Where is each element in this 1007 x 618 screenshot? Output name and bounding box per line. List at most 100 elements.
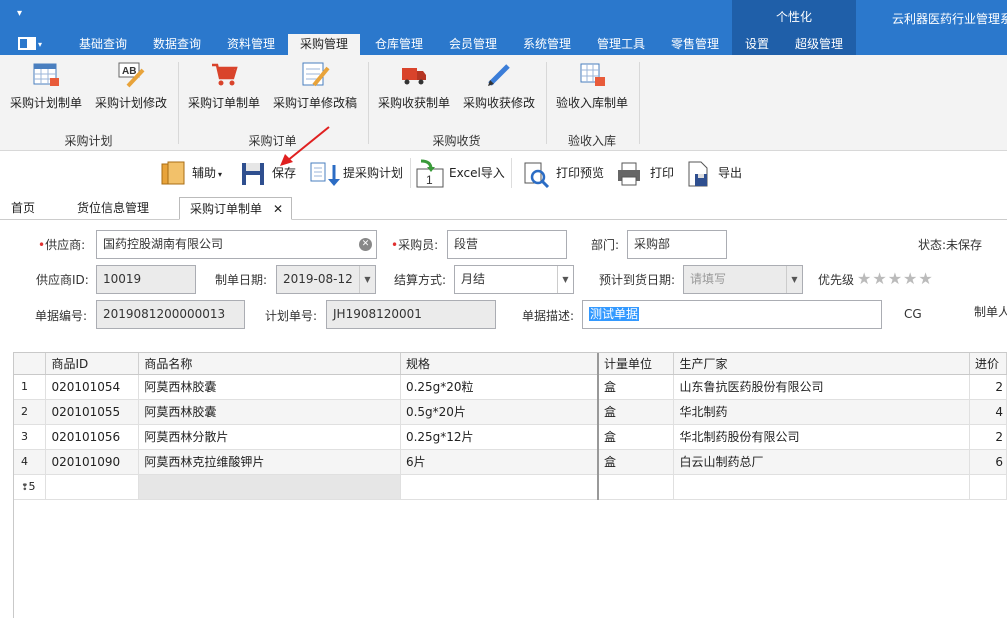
purchase-receipt-create-button[interactable]: 采购收获制单: [377, 58, 451, 118]
arrival-date-field[interactable]: 请填写 ▼: [683, 265, 803, 294]
dept-label: 部门:: [591, 238, 620, 252]
cell-price[interactable]: 2: [969, 374, 1007, 400]
priority-stars-rating[interactable]: ★★★★★: [857, 269, 934, 288]
cell-spec[interactable]: 0.5g*20片: [400, 399, 600, 425]
column-header-unit[interactable]: 计量单位: [598, 353, 675, 375]
cell-product-id[interactable]: [45, 474, 140, 500]
settlement-label: 结算方式:: [394, 273, 447, 287]
app-menu-caret-icon[interactable]: ▾: [38, 40, 42, 49]
personalize-label[interactable]: 个性化: [732, 8, 856, 25]
cell-unit[interactable]: [598, 474, 675, 500]
dept-field[interactable]: 采购部: [627, 230, 727, 259]
purchase-order-create-label: 采购订单制单: [187, 96, 260, 110]
ribbon-group-inspection: 验收入库: [567, 134, 616, 148]
menu-tab-retail[interactable]: 零售管理: [665, 34, 725, 55]
cell-price[interactable]: 4: [969, 399, 1007, 425]
purchase-order-create-button[interactable]: 采购订单制单: [187, 58, 261, 118]
column-header-spec[interactable]: 规格: [400, 353, 600, 375]
menu-tab-data-management[interactable]: 资料管理: [221, 34, 281, 55]
supplier-field[interactable]: 国药控股湖南有限公司 ✕: [96, 230, 377, 259]
cell-product-id[interactable]: 020101056: [45, 424, 140, 450]
tab-purchase-order-create[interactable]: 采购订单制单 ✕: [179, 197, 292, 220]
purchase-order-edit-label: 采购订单修改稿: [272, 96, 357, 110]
assist-button[interactable]: 辅助 ▾: [160, 156, 222, 190]
order-lines-grid: 商品ID 商品名称 规格 计量单位 生产厂家 进价 1 020101054 阿莫…: [13, 352, 1007, 618]
cell-manufacturer[interactable]: 白云山制药总厂: [673, 449, 970, 475]
cell-unit[interactable]: 盒: [598, 374, 675, 400]
buyer-field[interactable]: 段营: [447, 230, 567, 259]
cell-manufacturer[interactable]: 华北制药: [673, 399, 970, 425]
cell-product-name[interactable]: 阿莫西林分散片: [138, 424, 401, 450]
row-indicator-header: [14, 353, 47, 375]
cell-product-id[interactable]: 020101090: [45, 449, 140, 475]
cell-unit[interactable]: 盒: [598, 399, 675, 425]
cell-product-name[interactable]: 阿莫西林胶囊: [138, 374, 401, 400]
column-header-price[interactable]: 进价: [969, 353, 1007, 375]
column-header-product-name[interactable]: 商品名称: [138, 353, 401, 375]
menu-tab-purchase-management[interactable]: 采购管理: [288, 34, 360, 55]
row-number: 3: [14, 424, 47, 450]
settlement-select[interactable]: 月结 ▼: [454, 265, 574, 294]
menu-tab-warehouse[interactable]: 仓库管理: [369, 34, 429, 55]
purchase-receipt-edit-button[interactable]: 采购收获修改: [462, 58, 536, 118]
tab-location-management[interactable]: 货位信息管理: [77, 197, 149, 220]
dropdown-arrow-icon[interactable]: ▼: [557, 266, 573, 293]
column-header-manufacturer[interactable]: 生产厂家: [673, 353, 970, 375]
doc-number-label: 单据编号:: [35, 309, 88, 323]
dropdown-arrow-icon[interactable]: ▼: [359, 266, 375, 293]
cell-manufacturer[interactable]: 华北制药股份有限公司: [673, 424, 970, 450]
cell-price[interactable]: 6: [969, 449, 1007, 475]
purchase-plan-edit-button[interactable]: AB 采购计划修改: [94, 58, 168, 118]
table-row[interactable]: 3 020101056 阿莫西林分散片 0.25g*12片 盒 华北制药股份有限…: [14, 424, 1007, 450]
app-title: 云利器医药行业管理系: [892, 12, 1007, 26]
inspection-warehousing-create-button[interactable]: 验收入库制单: [555, 58, 629, 118]
cell-unit[interactable]: 盒: [598, 449, 675, 475]
menu-tab-system[interactable]: 系统管理: [517, 34, 577, 55]
excel-import-button[interactable]: 1 Excel导入: [415, 156, 505, 190]
purchase-order-edit-button[interactable]: 采购订单修改稿: [272, 58, 358, 118]
dropdown-arrow-icon[interactable]: ▼: [786, 266, 802, 293]
cell-product-id[interactable]: 020101055: [45, 399, 140, 425]
supplier-label: •供应商:: [38, 238, 86, 252]
purchase-plan-edit-label: 采购计划修改: [94, 96, 167, 110]
quick-access-dropdown[interactable]: ▾: [17, 8, 22, 19]
order-date-field[interactable]: 2019-08-12 ▼: [276, 265, 376, 294]
menu-tab-basic-query[interactable]: 基础查询: [73, 34, 133, 55]
doc-description-value: 测试单据: [589, 307, 640, 321]
close-tab-icon[interactable]: ✕: [273, 198, 283, 220]
cell-price[interactable]: 2: [969, 424, 1007, 450]
purchase-plan-create-button[interactable]: 采购计划制单: [9, 58, 83, 118]
table-row[interactable]: 1 020101054 阿莫西林胶囊 0.25g*20粒 盒 山东鲁抗医药股份有…: [14, 374, 1007, 400]
menu-tab-super-admin[interactable]: 超级管理: [789, 34, 849, 55]
cell-spec[interactable]: [400, 474, 600, 500]
cell-product-name[interactable]: 阿莫西林克拉维酸钾片: [138, 449, 401, 475]
plan-number-label: 计划单号:: [265, 309, 318, 323]
cell-product-name[interactable]: 阿莫西林胶囊: [138, 399, 401, 425]
menu-tab-data-query[interactable]: 数据查询: [147, 34, 207, 55]
print-preview-button[interactable]: 打印预览: [522, 156, 604, 190]
export-button[interactable]: 导出: [686, 156, 742, 190]
cell-product-name[interactable]: [138, 474, 401, 500]
table-row[interactable]: 2 020101055 阿莫西林胶囊 0.5g*20片 盒 华北制药 4: [14, 399, 1007, 425]
order-lines-table: 商品ID 商品名称 规格 计量单位 生产厂家 进价 1 020101054 阿莫…: [14, 353, 1007, 500]
cell-unit[interactable]: 盒: [598, 424, 675, 450]
cell-spec[interactable]: 0.25g*20粒: [400, 374, 600, 400]
doc-description-field[interactable]: 测试单据: [582, 300, 882, 329]
new-row[interactable]: ❢5: [14, 474, 1007, 500]
menu-tab-member[interactable]: 会员管理: [443, 34, 503, 55]
menu-tab-settings[interactable]: 设置: [740, 34, 774, 55]
table-row[interactable]: 4 020101090 阿莫西林克拉维酸钾片 6片 盒 白云山制药总厂 6: [14, 449, 1007, 475]
cell-spec[interactable]: 0.25g*12片: [400, 424, 600, 450]
cell-price[interactable]: [969, 474, 1007, 500]
app-menu-icon[interactable]: [18, 37, 36, 50]
status-label: 状态:未保存: [918, 238, 983, 252]
menu-tab-tools[interactable]: 管理工具: [591, 34, 651, 55]
cell-product-id[interactable]: 020101054: [45, 374, 140, 400]
cell-manufacturer[interactable]: 山东鲁抗医药股份有限公司: [673, 374, 970, 400]
print-button[interactable]: 打印: [616, 156, 674, 190]
cell-manufacturer[interactable]: [673, 474, 970, 500]
clear-icon[interactable]: ✕: [359, 238, 372, 251]
tab-home[interactable]: 首页: [11, 197, 35, 220]
column-header-product-id[interactable]: 商品ID: [45, 353, 140, 375]
cell-spec[interactable]: 6片: [400, 449, 600, 475]
